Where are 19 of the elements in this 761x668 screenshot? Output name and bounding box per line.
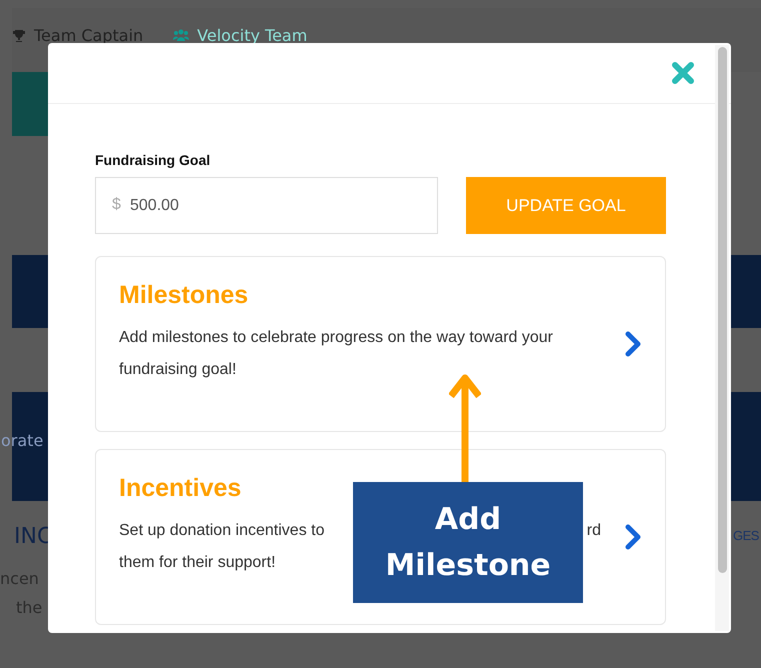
scrollbar-thumb[interactable] [718,47,727,573]
card-text: Set up donation incentives to [119,521,324,541]
card-text: them for their support! [119,553,276,573]
currency-symbol: $ [112,196,121,214]
card-title: Incentives [119,474,242,503]
chevron-right-icon [624,523,642,551]
option-card[interactable]: Milestones Add milestones to celebrate progress on the way toward your fundraising goal! [95,256,666,432]
people-icon [173,29,190,42]
annotation-callout: Add Milestone [353,482,583,603]
card-text: Add milestones to celebrate progress on the way toward your [119,328,554,348]
close-button[interactable] [671,61,695,85]
close-icon [671,61,695,85]
card-text: fundraising goal! [119,360,236,380]
field-label: Fundraising Goal [95,152,212,168]
card-title: Milestones [119,281,250,310]
backdrop-text: GES [733,528,759,543]
card-text: rd [586,521,601,541]
trophy-icon [12,29,26,43]
chevron-right-icon [624,330,642,358]
